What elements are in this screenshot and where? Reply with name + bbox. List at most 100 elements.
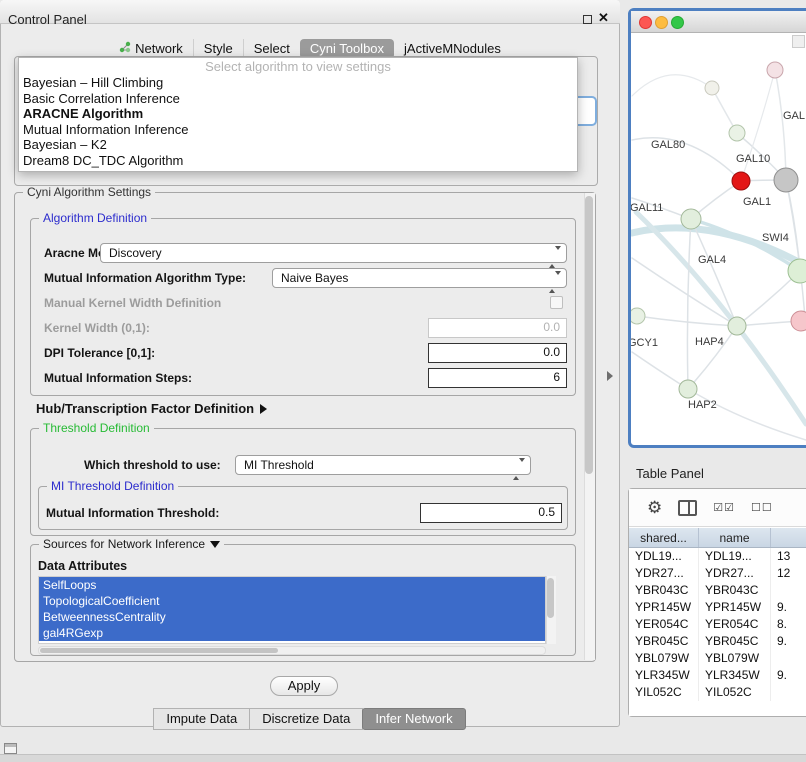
table-body: YDL19...YDL19...13YDR27...YDR27...12YBR0… [629,548,806,716]
table-row[interactable]: YDL19...YDL19...13 [629,548,806,565]
select-all-checkboxes-icon[interactable]: ☑☑ [713,501,735,514]
network-window-titlebar[interactable] [631,11,806,33]
mi-threshold-label: Mutual Information Threshold: [46,503,219,523]
table-cell: YBR045C [629,633,699,650]
table-cell: YBL079W [699,650,771,667]
network-node[interactable] [679,380,697,398]
algorithm-option[interactable]: Dream8 DC_TDC Algorithm [19,153,577,169]
mi-type-label: Mutual Information Algorithm Type: [44,268,246,288]
table-cell: YDR27... [629,565,699,582]
network-edge [632,258,737,326]
network-edge [632,138,741,181]
network-node[interactable] [732,172,750,190]
hub-section-toggle[interactable]: Hub/Transcription Factor Definition [36,400,267,418]
deselect-all-checkboxes-icon[interactable]: ☐☐ [751,501,773,514]
gear-icon[interactable]: ⚙ [647,498,662,518]
attribute-item[interactable]: SelfLoops [39,577,545,593]
close-traffic-light-icon[interactable] [639,16,652,29]
data-attributes-label: Data Attributes [38,556,127,576]
control-panel-title: Control Panel [8,12,87,27]
manual-kernel-checkbox[interactable] [550,296,563,309]
attributes-hscrollbar-thumb[interactable] [40,648,278,653]
columns-icon[interactable] [678,500,697,516]
algorithm-option[interactable]: Basic Correlation Inference [19,91,577,107]
docked-panel-icon[interactable] [4,743,17,754]
settings-scrollbar-thumb[interactable] [585,196,593,474]
tab-discretize-data[interactable]: Discretize Data [249,708,363,730]
tab-infer-network[interactable]: Infer Network [362,708,465,730]
table-cell: YDL19... [629,548,699,565]
table-row[interactable]: YBR043CYBR043C [629,582,806,599]
network-node[interactable] [791,311,806,331]
network-node[interactable] [631,308,645,324]
algorithm-option[interactable]: Mutual Information Inference [19,122,577,138]
aracne-mode-select[interactable]: Discovery [100,243,567,263]
mi-type-select[interactable]: Naive Bayes [272,268,567,288]
panel-resize-handle[interactable] [607,371,613,381]
table-cell: YLR345W [629,667,699,684]
table-cell: YPR145W [699,599,771,616]
kernel-width-field[interactable]: 0.0 [428,318,567,338]
attribute-item[interactable]: TopologicalCoefficient [39,593,545,609]
network-node[interactable] [705,81,719,95]
attributes-vscrollbar-thumb[interactable] [547,578,554,618]
algorithm-option[interactable]: ARACNE Algorithm [19,106,577,122]
column-header[interactable]: name [699,528,771,547]
node-label: GAL [783,110,805,122]
algorithm-dropdown-list: Bayesian – Hill ClimbingBasic Correlatio… [19,75,577,168]
node-label: GAL80 [651,139,685,151]
table-cell: YBR045C [699,633,771,650]
algorithm-definition-title: Algorithm Definition [39,211,151,225]
which-threshold-select[interactable]: MI Threshold [235,455,531,475]
table-cell: YER054C [699,616,771,633]
table-row[interactable]: YLR345WYLR345W9. [629,667,806,684]
table-row[interactable]: YER054CYER054C8. [629,616,806,633]
network-node[interactable] [681,209,701,229]
control-panel-titlebar[interactable] [0,0,620,24]
bottom-tabs: Impute DataDiscretize DataInfer Network [0,708,620,730]
column-header[interactable] [771,528,806,547]
which-threshold-label: Which threshold to use: [84,455,221,475]
algorithm-option[interactable]: Bayesian – Hill Climbing [19,75,577,91]
which-threshold-value: MI Threshold [244,458,314,472]
tab-impute-data[interactable]: Impute Data [153,708,250,730]
node-label: HAP4 [695,336,724,348]
table-cell: YLR345W [699,667,771,684]
network-svg[interactable]: GALGAL80GAL10GAL11GAL1SWI4GAL4GCY1HAP4HA… [631,33,806,445]
table-row[interactable]: YDR27...YDR27...12 [629,565,806,582]
node-label: GAL1 [743,196,771,208]
close-icon[interactable]: ✕ [598,10,609,26]
network-node[interactable] [767,62,783,78]
network-scrollbar-fragment[interactable] [792,35,805,48]
dpi-tolerance-label: DPI Tolerance [0,1]: [44,343,155,363]
manual-kernel-label: Manual Kernel Width Definition [44,293,221,313]
collapse-down-icon [210,541,220,548]
network-node[interactable] [729,125,745,141]
table-cell: YBL079W [629,650,699,667]
zoom-traffic-light-icon[interactable] [671,16,684,29]
table-row[interactable]: YIL052CYIL052C [629,684,806,701]
algorithm-option[interactable]: Bayesian – K2 [19,137,577,153]
sources-title-row[interactable]: Sources for Network Inference [39,537,224,551]
mi-type-value: Naive Bayes [281,271,348,285]
mi-threshold-field[interactable]: 0.5 [420,503,562,523]
table-cell: YBR043C [699,582,771,599]
mi-steps-field[interactable]: 6 [428,368,567,388]
table-row[interactable]: YPR145WYPR145W9. [629,599,806,616]
dpi-tolerance-field[interactable]: 0.0 [428,343,567,363]
hub-section-label: Hub/Transcription Factor Definition [36,399,254,419]
column-header[interactable]: shared... [629,528,699,547]
apply-button[interactable]: Apply [270,676,338,696]
aracne-mode-value: Discovery [109,246,162,260]
attribute-item[interactable]: gal4RGexp [39,625,545,641]
table-cell: YDR27... [699,565,771,582]
attribute-item[interactable]: BetweennessCentrality [39,609,545,625]
algorithm-dropdown-placeholder: Select algorithm to view settings [19,59,577,75]
float-window-icon[interactable] [583,15,592,24]
network-node[interactable] [728,317,746,335]
network-node[interactable] [774,168,798,192]
table-row[interactable]: YBR045CYBR045C9. [629,633,806,650]
minimize-traffic-light-icon[interactable] [655,16,668,29]
table-cell: 12 [771,565,806,582]
table-row[interactable]: YBL079WYBL079W [629,650,806,667]
